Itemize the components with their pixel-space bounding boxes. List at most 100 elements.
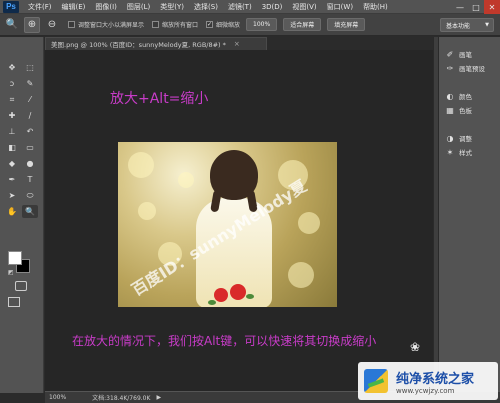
bokeh-light [138,202,156,220]
status-menu-arrow-icon[interactable]: ▶ [156,394,161,401]
document-info: 文档:318.4K/769.0K [92,395,151,402]
shape-tool-icon[interactable]: ⬭ [22,189,38,202]
panel-dock: ✐ 画笔 ✑ 画笔预设 ◐ 颜色 ▦ 色板 ◑ 调整 ✶ 样式 [439,37,500,391]
tools-panel: ✥ ⬚ ↄ ✎ ⌗ ⁄ ✚ ∕ ⊥ ↶ ◧ ▭ ◆ ● ✒ T ➤ ⬭ ✋ 🔍 … [0,37,44,393]
maximize-button[interactable]: □ [468,0,484,14]
bokeh-light [128,152,154,178]
pen-tool-icon[interactable]: ✒ [4,173,20,186]
zoom-all-checkbox[interactable] [152,21,160,28]
eraser-tool-icon[interactable]: ◧ [4,141,20,154]
zoom-all-option[interactable]: 缩放所有窗口 [152,20,198,29]
menu-filter[interactable]: 滤镜(T) [223,2,257,12]
zoom-in-icon[interactable]: ⊕ [24,16,40,33]
adjustments-panel-icon: ◑ [446,133,454,143]
panel-color-label: 颜色 [459,93,472,101]
blur-tool-icon[interactable]: ◆ [4,157,20,170]
red-flower [214,288,228,302]
adjustments-panel-group: ◑ 调整 ✶ 样式 [441,131,498,159]
healing-brush-tool-icon[interactable]: ✚ [4,109,20,122]
eyedropper-tool-icon[interactable]: ⁄ [22,93,38,106]
tool-grid: ✥ ⬚ ↄ ✎ ⌗ ⁄ ✚ ∕ ⊥ ↶ ◧ ▭ ◆ ● ✒ T ➤ ⬭ ✋ 🔍 [4,61,40,218]
quick-select-tool-icon[interactable]: ✎ [22,77,38,90]
brand-text: 纯净系统之家 www.ycwjzy.com [396,368,474,395]
tab-close-icon[interactable]: × [234,40,240,48]
caption-bottom: 在放大的情况下，我们按Alt键，可以快速将其切换成缩小 [72,334,377,348]
menu-type[interactable]: 类型(Y) [155,2,189,12]
panel-brush[interactable]: ✐ 画笔 [441,47,498,61]
bokeh-light [288,262,314,288]
type-tool-icon[interactable]: T [22,173,38,186]
photoshop-logo: Ps [3,0,19,13]
close-button[interactable]: ✕ [484,0,500,14]
color-panel-icon: ◐ [446,91,454,101]
zoom-level[interactable]: 100% [49,394,66,401]
lasso-tool-icon[interactable]: ↄ [4,77,20,90]
flower-leaf [246,294,254,299]
default-colors-icon[interactable]: ◩ [8,269,14,276]
menu-window[interactable]: 窗口(W) [322,2,358,12]
panel-adjustments[interactable]: ◑ 调整 [441,131,498,145]
zoom-all-label: 缩放所有窗口 [162,22,199,29]
crop-tool-icon[interactable]: ⌗ [4,93,20,106]
site-logo-badge: 纯净系统之家 www.ycwjzy.com [358,362,498,400]
resize-windows-option[interactable]: 调整窗口大小以满屏显示 [68,20,144,29]
panel-swatches-label: 色板 [459,107,472,115]
scrubby-zoom-checkbox[interactable]: ✓ [206,21,214,28]
red-flower [230,284,246,300]
screen-mode-icon[interactable] [8,297,20,307]
panel-brush-presets[interactable]: ✑ 画笔预设 [441,61,498,75]
styles-panel-icon: ✶ [446,147,454,157]
zoom-tool-preset-icon[interactable]: 🔍 [4,17,20,33]
resize-windows-checkbox[interactable] [68,21,75,28]
scrubby-zoom-option[interactable]: ✓ 细微缩放 [206,20,240,29]
canvas-image[interactable]: 百度ID：sunnyMelody夏 [118,142,337,307]
panel-styles[interactable]: ✶ 样式 [441,145,498,159]
fit-screen-button[interactable]: 适合屏幕 [283,18,322,31]
workspace-label: 基本功能 [446,22,471,30]
resize-windows-label: 调整窗口大小以满屏显示 [78,22,145,29]
minimize-button[interactable]: — [452,0,468,14]
panel-brush-presets-label: 画笔预设 [459,65,485,73]
panel-styles-label: 样式 [459,149,472,157]
marquee-tool-icon[interactable]: ⬚ [22,61,38,74]
scrubby-zoom-label: 细微缩放 [216,22,241,29]
quick-mask-icon[interactable] [15,281,27,291]
move-tool-icon[interactable]: ✥ [4,61,20,74]
document-tab[interactable]: 美图.png @ 100% (百度ID：sunnyMelody夏, RGB/8#… [45,37,267,50]
menu-view[interactable]: 视图(V) [287,2,321,12]
history-brush-tool-icon[interactable]: ↶ [22,125,38,138]
foreground-color-swatch[interactable] [8,251,22,265]
menu-edit[interactable]: 编辑(E) [57,2,91,12]
panel-swatches[interactable]: ▦ 色板 [441,103,498,117]
menu-help[interactable]: 帮助(H) [358,2,393,12]
path-select-tool-icon[interactable]: ➤ [4,189,20,202]
paw-print-icon: ❀ [410,340,421,354]
flower-leaf [208,300,216,305]
zoom-100-button[interactable]: 100% [246,18,278,31]
swatches-panel-icon: ▦ [446,105,454,115]
menu-3d[interactable]: 3D(D) [257,3,288,11]
menu-layer[interactable]: 图层(L) [122,2,155,12]
zoom-out-icon[interactable]: ⊖ [44,17,60,33]
panel-color[interactable]: ◐ 颜色 [441,89,498,103]
clone-stamp-tool-icon[interactable]: ⊥ [4,125,20,138]
brush-panel-group: ✐ 画笔 ✑ 画笔预设 [441,47,498,75]
menu-file[interactable]: 文件(F) [23,2,57,12]
window-controls: — □ ✕ [452,0,500,14]
document-tab-title: 美图.png @ 100% (百度ID：sunnyMelody夏, RGB/8#… [51,41,226,49]
hand-tool-icon[interactable]: ✋ [4,205,20,218]
panel-brush-label: 画笔 [459,51,472,59]
dodge-tool-icon[interactable]: ● [22,157,38,170]
zoom-tool-icon[interactable]: 🔍 [22,205,38,218]
gradient-tool-icon[interactable]: ▭ [22,141,38,154]
fill-screen-button[interactable]: 填充屏幕 [327,18,366,31]
color-panel-group: ◐ 颜色 ▦ 色板 [441,89,498,117]
caption-top: 放大+Alt=缩小 [110,91,209,107]
bokeh-light [178,172,194,188]
brand-title: 纯净系统之家 [396,371,475,387]
menu-image[interactable]: 图像(I) [90,2,122,12]
menu-select[interactable]: 选择(S) [189,2,223,12]
bokeh-light [298,212,320,234]
workspace-select[interactable]: 基本功能 ▼ [440,18,494,32]
brush-tool-icon[interactable]: ∕ [22,109,38,122]
